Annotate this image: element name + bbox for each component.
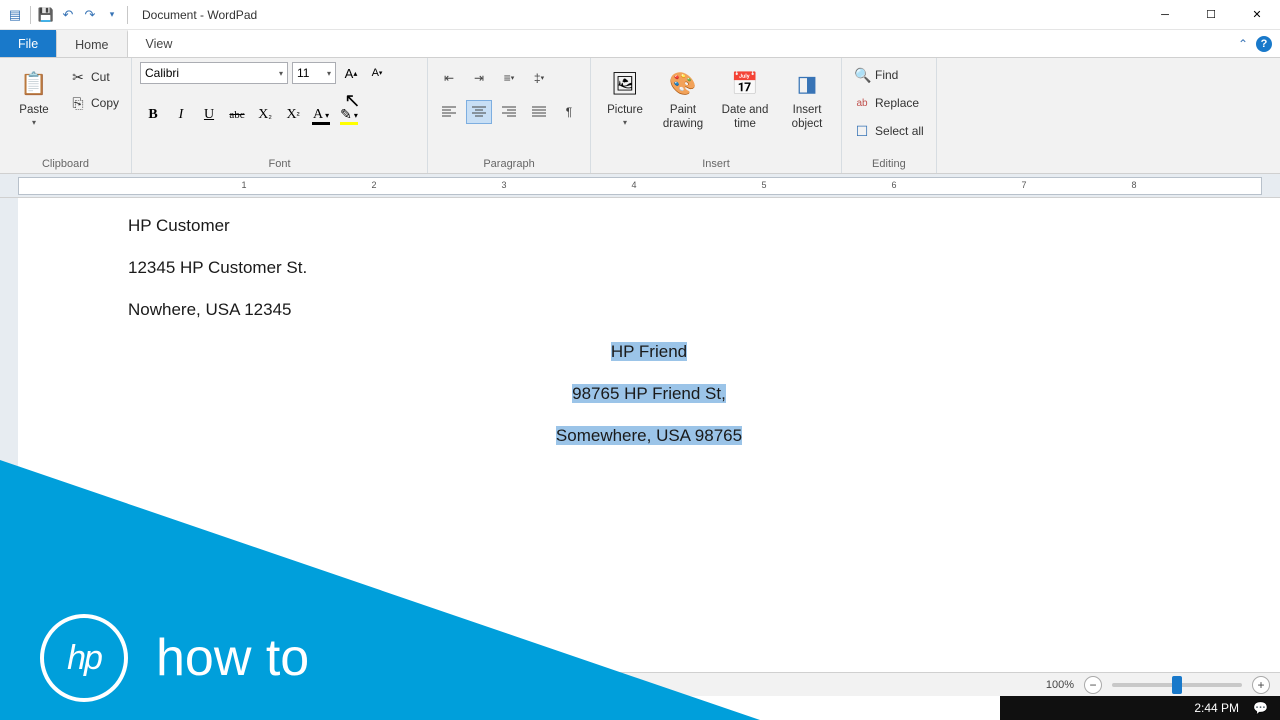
status-bar: 100% − + (0, 672, 1280, 696)
font-group: Calibri▾ 11▾ A▴ A▾ ↖ B I U abc X₂ X² A▾ … (132, 58, 428, 173)
file-tab[interactable]: File (0, 30, 56, 57)
qat-dropdown-icon[interactable]: ▾ (103, 6, 121, 24)
close-button[interactable]: ✕ (1234, 0, 1280, 30)
shrink-font-button[interactable]: A▾ (366, 62, 388, 84)
ruler-area: 1 2 3 4 5 6 7 8 (0, 174, 1280, 198)
zoom-slider-thumb[interactable] (1172, 676, 1182, 694)
zoom-slider[interactable] (1112, 683, 1242, 687)
window-title: Document - WordPad (142, 8, 257, 22)
copy-button[interactable]: ⎘Copy (66, 92, 123, 114)
paste-button[interactable]: 📋 Paste ▾ (8, 62, 60, 129)
home-tab[interactable]: Home (56, 30, 127, 57)
find-icon: 🔍 (854, 67, 870, 84)
font-label: Font (140, 155, 419, 171)
insert-object-button[interactable]: ◨Insert object (781, 62, 833, 134)
bullet-list-button[interactable]: ≡▾ (496, 66, 522, 90)
document-selected-text[interactable]: 98765 HP Friend St, (128, 384, 1170, 404)
taskbar: 2:44 PM 💬 (1000, 696, 1280, 720)
title-bar: ▤ 💾 ↶ ↷ ▾ Document - WordPad ─ ☐ ✕ (0, 0, 1280, 30)
document-selected-text[interactable]: HP Friend (128, 342, 1170, 362)
date-time-button[interactable]: 📅Date and time (715, 62, 775, 134)
document-selected-text[interactable]: Somewhere, USA 98765 (128, 426, 1170, 446)
font-color-button[interactable]: A▾ (308, 102, 334, 128)
window-controls: ─ ☐ ✕ (1142, 0, 1280, 30)
copy-icon: ⎘ (70, 95, 86, 112)
decrease-indent-button[interactable]: ⇤ (436, 66, 462, 90)
align-center-button[interactable] (466, 100, 492, 124)
align-right-icon (502, 106, 516, 118)
justify-button[interactable] (526, 100, 552, 124)
collapse-ribbon-icon[interactable]: ⌃ (1238, 37, 1248, 51)
chevron-down-icon: ▾ (327, 69, 331, 78)
zoom-in-button[interactable]: + (1252, 676, 1270, 694)
highlight-button[interactable]: ✎▾ (336, 102, 362, 128)
underline-button[interactable]: U (196, 102, 222, 128)
clipboard-group: 📋 Paste ▾ ✂Cut ⎘Copy Clipboard (0, 58, 132, 173)
save-icon[interactable]: 💾 (37, 6, 55, 24)
strikethrough-button[interactable]: abc (224, 102, 250, 128)
ribbon-tabs: File Home View ⌃ ? (0, 30, 1280, 58)
grow-font-button[interactable]: A▴ (340, 62, 362, 84)
ruler[interactable]: 1 2 3 4 5 6 7 8 (18, 177, 1262, 195)
paragraph-group: ⇤ ⇥ ≡▾ ‡▾ (428, 58, 591, 173)
paste-icon: 📋 (18, 68, 50, 100)
replace-icon: ab (854, 98, 870, 109)
app-icon: ▤ (6, 6, 24, 24)
document-page[interactable]: HP Customer 12345 HP Customer St. Nowher… (18, 198, 1280, 696)
italic-button[interactable]: I (168, 102, 194, 128)
align-center-icon (472, 106, 486, 118)
minimize-button[interactable]: ─ (1142, 0, 1188, 30)
document-area: HP Customer 12345 HP Customer St. Nowher… (0, 198, 1280, 696)
redo-icon[interactable]: ↷ (81, 6, 99, 24)
replace-button[interactable]: abReplace (850, 92, 928, 114)
object-icon: ◨ (791, 68, 823, 100)
select-all-icon: ☐ (854, 123, 870, 140)
insert-group: 🖼Picture▾ 🎨Paint drawing 📅Date and time … (591, 58, 842, 173)
cut-icon: ✂ (70, 69, 86, 86)
cut-button[interactable]: ✂Cut (66, 66, 123, 88)
paragraph-dialog-button[interactable]: ¶ (556, 100, 582, 124)
ribbon: 📋 Paste ▾ ✂Cut ⎘Copy Clipboard Calibri▾ … (0, 58, 1280, 174)
align-left-button[interactable] (436, 100, 462, 124)
subscript-button[interactable]: X₂ (252, 102, 278, 128)
superscript-button[interactable]: X² (280, 102, 306, 128)
chevron-down-icon: ▾ (279, 69, 283, 78)
select-all-button[interactable]: ☐Select all (850, 120, 928, 142)
notification-icon[interactable]: 💬 (1253, 701, 1268, 715)
zoom-level: 100% (1046, 679, 1074, 691)
justify-icon (532, 106, 546, 118)
editing-group: 🔍Find abReplace ☐Select all Editing (842, 58, 937, 173)
font-name-dropdown[interactable]: Calibri▾ (140, 62, 288, 84)
calendar-icon: 📅 (729, 68, 761, 100)
quick-access-toolbar: ▤ 💾 ↶ ↷ ▾ (0, 6, 136, 24)
paragraph-label: Paragraph (436, 155, 582, 171)
paint-drawing-button[interactable]: 🎨Paint drawing (657, 62, 709, 134)
picture-button[interactable]: 🖼Picture▾ (599, 62, 651, 129)
line-spacing-button[interactable]: ‡▾ (526, 66, 552, 90)
increase-indent-button[interactable]: ⇥ (466, 66, 492, 90)
find-button[interactable]: 🔍Find (850, 64, 928, 86)
document-text[interactable]: HP Customer (128, 216, 1170, 236)
align-right-button[interactable] (496, 100, 522, 124)
insert-label: Insert (599, 155, 833, 171)
maximize-button[interactable]: ☐ (1188, 0, 1234, 30)
bold-button[interactable]: B (140, 102, 166, 128)
separator (30, 6, 31, 24)
editing-label: Editing (850, 155, 928, 171)
help-icon[interactable]: ? (1256, 36, 1272, 52)
zoom-out-button[interactable]: − (1084, 676, 1102, 694)
paint-icon: 🎨 (667, 68, 699, 100)
clock: 2:44 PM (1194, 701, 1239, 715)
document-text[interactable]: 12345 HP Customer St. (128, 258, 1170, 278)
clipboard-label: Clipboard (8, 155, 123, 171)
document-text[interactable]: Nowhere, USA 12345 (128, 300, 1170, 320)
view-tab[interactable]: View (128, 30, 191, 57)
align-left-icon (442, 106, 456, 118)
picture-icon: 🖼 (609, 68, 641, 100)
font-size-dropdown[interactable]: 11▾ (292, 62, 336, 84)
separator (127, 6, 128, 24)
undo-icon[interactable]: ↶ (59, 6, 77, 24)
